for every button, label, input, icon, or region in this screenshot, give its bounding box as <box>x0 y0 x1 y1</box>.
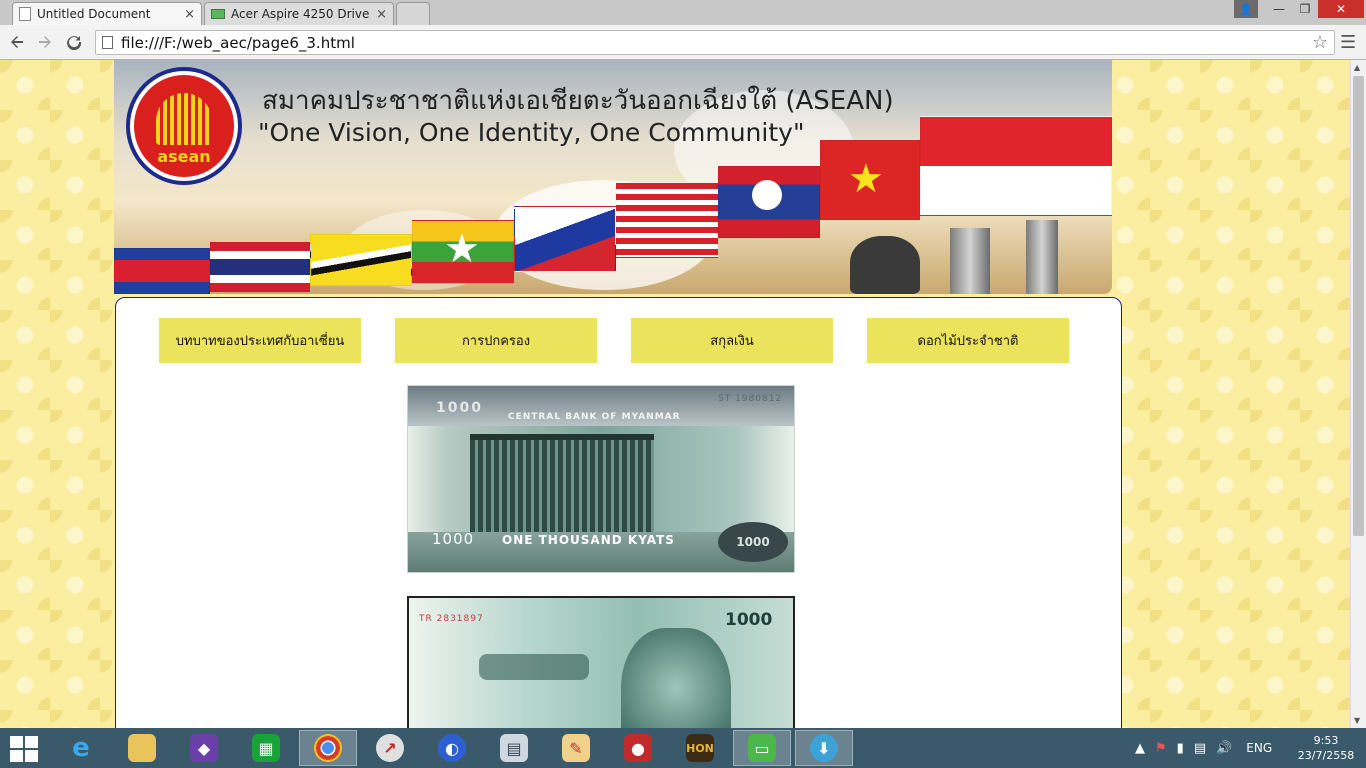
browser-toolbar: file:///F:/web_aec/page6_3.html ☆ ☰ <box>0 25 1366 60</box>
close-icon[interactable]: × <box>184 7 195 22</box>
close-window-button[interactable]: ✕ <box>1318 0 1364 18</box>
hon-game-icon[interactable]: HON <box>671 730 729 766</box>
windows-start-icon[interactable] <box>10 736 40 762</box>
address-bar[interactable]: file:///F:/web_aec/page6_3.html ☆ <box>95 30 1335 55</box>
action-center-flag-icon[interactable]: ⚑ <box>1155 741 1167 756</box>
cambodia-flag <box>114 248 210 294</box>
tower-decoration <box>1026 220 1058 294</box>
forward-arrow-icon[interactable] <box>34 31 56 53</box>
logo-text: asean <box>157 147 211 166</box>
url-text[interactable]: file:///F:/web_aec/page6_3.html <box>121 34 1304 52</box>
laos-circle-icon <box>752 180 782 210</box>
network-icon[interactable]: ▤ <box>1194 741 1206 756</box>
banknote-value-words: ONE THOUSAND KYATS <box>502 533 675 547</box>
internet-explorer-icon[interactable]: e <box>52 730 110 766</box>
chinthe-lion-illustration <box>621 628 731 728</box>
tray-expand-icon[interactable]: ▲ <box>1135 741 1145 756</box>
visual-studio-icon[interactable]: ◆ <box>175 730 233 766</box>
myanmar-star-icon: ★ <box>444 226 480 272</box>
minimize-button[interactable]: — <box>1266 0 1292 18</box>
maximize-button[interactable]: ❐ <box>1292 0 1318 18</box>
new-tab-button[interactable] <box>396 2 430 25</box>
content-panel: บทบาทของประเทศกับอาเซี่ยน การปกครอง สกุล… <box>115 297 1122 728</box>
tab-title: Untitled Document <box>37 7 151 21</box>
paint-icon[interactable]: ✎ <box>547 730 605 766</box>
banknote-bank-name: CENTRAL BANK OF MYANMAR <box>508 412 681 422</box>
document-icon <box>19 7 31 21</box>
banknote-oval-number: 1000 <box>718 522 788 562</box>
banknote-serial: ST 1980812 <box>718 394 783 404</box>
brunei-flag <box>310 234 412 286</box>
banknote-number: 1000 <box>725 610 773 630</box>
tab-acer-drivers[interactable]: Acer Aspire 4250 Drivers D × <box>204 2 394 25</box>
battery-icon[interactable]: ▮ <box>1177 741 1184 756</box>
volume-icon[interactable]: 🔊 <box>1216 741 1232 756</box>
banknote-top-number: 1000 <box>436 400 483 416</box>
scroll-up-arrow-icon[interactable]: ▲ <box>1354 63 1360 72</box>
thailand-flag <box>210 242 310 292</box>
scroll-thumb[interactable] <box>1353 76 1364 536</box>
menu-button-role[interactable]: บทบาทของประเทศกับอาเซี่ยน <box>159 318 361 363</box>
banknote-bottom-number: 1000 <box>432 530 475 548</box>
banknote-back-image: TR 2831897 1000 <box>407 596 795 728</box>
page-viewport: asean สมาคมประชาชาติแห่งเอเชียตะวันออกเฉ… <box>0 60 1350 728</box>
philippines-flag <box>514 206 616 272</box>
store-icon[interactable]: ▦ <box>237 730 295 766</box>
banner-title: สมาคมประชาชาติแห่งเอเชียตะวันออกเฉียงใต้… <box>262 86 894 116</box>
network-download-icon[interactable]: ⬇ <box>795 730 853 766</box>
file-explorer-icon[interactable] <box>113 730 171 766</box>
user-profile-icon[interactable]: 👤 <box>1234 0 1258 18</box>
browser-icon[interactable]: ◐ <box>423 730 481 766</box>
bank-building-illustration <box>470 434 654 532</box>
singapore-flag <box>920 116 1112 216</box>
tower-decoration <box>950 228 990 294</box>
star-icon[interactable]: ☆ <box>1312 32 1328 53</box>
tab-strip: Untitled Document × Acer Aspire 4250 Dri… <box>0 0 1366 25</box>
tab-untitled-document[interactable]: Untitled Document × <box>12 2 202 25</box>
scroll-down-arrow-icon[interactable]: ▼ <box>1354 716 1360 725</box>
merlion-decoration <box>850 236 920 294</box>
reload-icon[interactable] <box>63 31 85 53</box>
hamburger-menu-icon[interactable]: ☰ <box>1340 32 1356 53</box>
banner-slogan: "One Vision, One Identity, One Community… <box>258 118 805 147</box>
windows-taskbar: e ◆ ▦ ↗ ◐ ▤ ✎ ● HON ▭ ⬇ ▲ ⚑ ▮ ▤ 🔊 ENG 9:… <box>0 728 1366 768</box>
banknote-front-image: 1000 CENTRAL BANK OF MYANMAR ST 1980812 … <box>407 385 795 573</box>
chrome-icon[interactable] <box>299 730 357 766</box>
compass-icon[interactable]: ↗ <box>361 730 419 766</box>
clock-date: 23/7/2558 <box>1297 749 1355 762</box>
menu-button-government[interactable]: การปกครอง <box>395 318 597 363</box>
system-tray: ▲ ⚑ ▮ ▤ 🔊 ENG <box>1135 728 1272 768</box>
clock-time: 9:53 <box>1313 734 1339 747</box>
taskbar-clock[interactable]: 9:53 23/7/2558 <box>1296 733 1356 763</box>
vertical-scrollbar[interactable]: ▲ ▼ <box>1350 60 1366 728</box>
language-indicator[interactable]: ENG <box>1246 741 1272 755</box>
close-icon[interactable]: × <box>376 7 387 22</box>
tab-title: Acer Aspire 4250 Drivers D <box>231 7 370 21</box>
myanmar-script-decoration <box>479 654 589 680</box>
site-favicon-icon <box>211 9 225 19</box>
asean-logo: asean <box>126 67 242 185</box>
back-arrow-icon[interactable] <box>6 31 28 53</box>
banknote-serial: TR 2831897 <box>419 614 484 624</box>
task-manager-icon[interactable]: ▤ <box>485 730 543 766</box>
game-icon[interactable]: ● <box>609 730 667 766</box>
vietnam-star-icon: ★ <box>848 156 884 202</box>
storage-icon[interactable]: ▭ <box>733 730 791 766</box>
asean-banner: asean สมาคมประชาชาติแห่งเอเชียตะวันออกเฉ… <box>114 60 1112 294</box>
malaysia-flag <box>616 182 718 258</box>
menu-button-currency[interactable]: สกุลเงิน <box>631 318 833 363</box>
menu-button-national-flower[interactable]: ดอกไม้ประจำชาติ <box>867 318 1069 363</box>
page-icon <box>102 36 113 49</box>
